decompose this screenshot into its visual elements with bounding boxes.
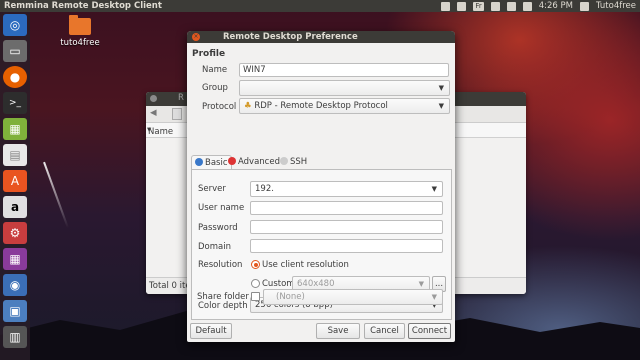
launcher: ◎ ▭ ● >_ ▦ ▤ A a ⚙ ▦ ◉ ▣ ▥ [0, 12, 30, 360]
power-icon[interactable] [580, 1, 589, 11]
software-center-icon[interactable]: A [3, 170, 27, 192]
volume-icon[interactable] [506, 1, 516, 11]
rdp-icon: ♣ [244, 101, 252, 111]
terminal-icon[interactable]: >_ [3, 92, 27, 114]
color-depth-label: Color depth [198, 301, 248, 311]
info-icon [195, 158, 203, 166]
server-label: Server [198, 184, 226, 194]
folder-label: tuto4free [60, 38, 100, 48]
star-streak [43, 161, 69, 229]
chevron-down-icon: ▼ [438, 84, 444, 92]
new-file-icon[interactable] [172, 108, 182, 120]
password-input[interactable] [250, 220, 443, 234]
share-folder-label: Share folder [197, 292, 249, 302]
remote-desktop-icon[interactable]: ▣ [3, 300, 27, 322]
advanced-icon [228, 157, 236, 165]
custom-resolution-radio[interactable] [251, 279, 260, 288]
use-client-resolution-label: Use client resolution [262, 260, 349, 270]
domain-label: Domain [198, 242, 231, 252]
tab-advanced[interactable]: Advanced [225, 155, 283, 169]
back-arrow-icon[interactable]: ◀ [150, 108, 157, 118]
dialog-title: Remote Desktop Preference [223, 32, 358, 42]
chevron-down-icon: ▼ [438, 102, 444, 110]
trash-icon[interactable]: ▥ [3, 326, 27, 348]
keyboard-layout[interactable]: Fr [473, 1, 484, 11]
protocol-combo[interactable]: ♣ RDP - Remote Desktop Protocol ▼ [239, 98, 450, 114]
bluetooth-icon[interactable] [490, 1, 500, 11]
chevron-down-icon: ▼ [431, 293, 437, 301]
system-tray: Fr 4:26 PM Tuto4free [441, 0, 636, 12]
firefox-icon[interactable]: ● [3, 66, 27, 88]
use-client-resolution-radio[interactable] [251, 260, 260, 269]
protocol-label: Protocol [202, 102, 237, 112]
chevron-down-icon: ▼ [431, 185, 437, 193]
protocol-value: RDP - Remote Desktop Protocol [254, 101, 388, 111]
domain-input[interactable] [250, 239, 443, 253]
group-combo[interactable]: ▼ [239, 80, 450, 96]
top-panel: Remmina Remote Desktop Client Fr 4:26 PM… [0, 0, 640, 12]
group-label: Group [202, 83, 228, 93]
custom-label: Custom [262, 279, 295, 289]
dropbox-icon[interactable] [441, 1, 451, 11]
default-button[interactable]: Default [190, 323, 232, 339]
files-icon[interactable]: ▭ [3, 40, 27, 62]
save-button[interactable]: Save [316, 323, 360, 339]
share-folder-checkbox[interactable] [251, 292, 260, 301]
workspace-icon[interactable]: ▦ [3, 248, 27, 270]
name-input[interactable]: WIN7 [239, 63, 449, 77]
mail-icon[interactable] [522, 1, 532, 11]
clock[interactable]: 4:26 PM [539, 0, 573, 12]
main-window-title: R [178, 93, 184, 103]
share-folder-combo[interactable]: (None) ▼ [263, 289, 443, 305]
username-input[interactable] [250, 201, 443, 215]
connect-button[interactable]: Connect [408, 323, 451, 339]
network-icon[interactable] [457, 1, 467, 11]
dialog-titlebar: × Remote Desktop Preference [187, 31, 455, 43]
close-icon[interactable] [150, 95, 157, 102]
share-folder-value: (None) [276, 292, 305, 302]
password-label: Password [198, 223, 238, 233]
name-label: Name [202, 65, 228, 75]
custom-resolution-value: 640x480 [297, 279, 335, 289]
libreoffice-impress-icon[interactable]: ▤ [3, 144, 27, 166]
remmina-icon[interactable]: ◉ [3, 274, 27, 296]
profile-heading: Profile [192, 49, 226, 59]
username-label: User name [198, 203, 245, 213]
server-value: 192. [255, 184, 274, 194]
cancel-button[interactable]: Cancel [364, 323, 405, 339]
amazon-icon[interactable]: a [3, 196, 27, 218]
close-icon[interactable]: × [192, 33, 200, 41]
dash-icon[interactable]: ◎ [3, 14, 27, 36]
folder-icon [69, 15, 91, 35]
libreoffice-calc-icon[interactable]: ▦ [3, 118, 27, 140]
tab-ssh[interactable]: SSH [277, 155, 310, 169]
server-input[interactable]: 192. ▼ [250, 181, 443, 197]
active-app-title: Remmina Remote Desktop Client [4, 1, 162, 11]
user-name[interactable]: Tuto4free [596, 0, 636, 12]
ssh-icon [280, 157, 288, 165]
settings-icon[interactable]: ⚙ [3, 222, 27, 244]
resolution-label: Resolution [198, 260, 243, 270]
preference-dialog: × Remote Desktop Preference Profile Name… [187, 31, 455, 342]
desktop-folder[interactable]: tuto4free [60, 15, 100, 58]
column-name-label: Name ▾ [147, 125, 174, 137]
status-text: Total 0 ite [149, 281, 191, 291]
